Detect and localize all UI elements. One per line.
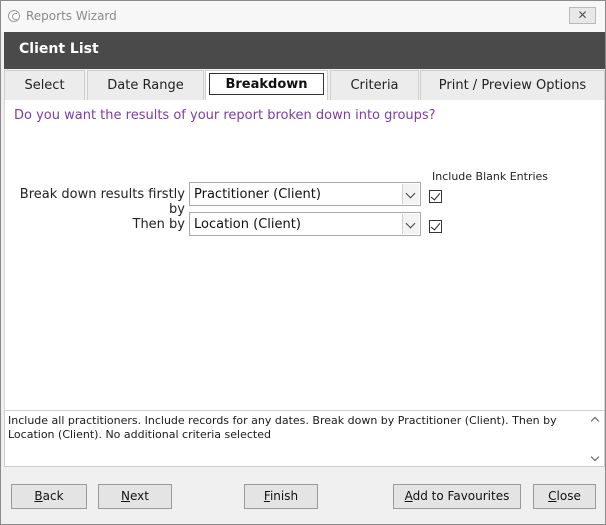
breakdown-panel: Do you want the results of your report b…	[4, 100, 605, 410]
close-button[interactable]: Close	[533, 484, 596, 509]
summary-text: Include all practitioners. Include recor…	[8, 414, 557, 441]
window-close-button[interactable]: ✕	[569, 7, 596, 24]
wizard-tabs: Select Date Range Breakdown Criteria Pri…	[4, 70, 605, 100]
summary-scrollbar[interactable]	[587, 411, 604, 466]
first-breakdown-select[interactable]: Practitioner (Client)	[189, 182, 421, 206]
tab-select[interactable]: Select	[4, 70, 85, 100]
tab-date-range[interactable]: Date Range	[87, 70, 204, 100]
window-title: Reports Wizard	[26, 9, 117, 23]
second-breakdown-value: Location (Client)	[194, 217, 301, 232]
tab-breakdown-label: Breakdown	[209, 73, 324, 95]
report-header: Client List	[4, 32, 605, 69]
tab-breakdown[interactable]: Breakdown	[205, 70, 328, 100]
scroll-up-icon[interactable]	[590, 416, 600, 426]
add-to-favourites-button[interactable]: Add to Favourites	[393, 484, 521, 509]
tab-criteria[interactable]: Criteria	[330, 70, 419, 100]
first-include-blank-checkbox[interactable]	[429, 190, 442, 203]
selection-summary: Include all practitioners. Include recor…	[4, 410, 605, 467]
next-button[interactable]: Next	[98, 484, 172, 509]
breakdown-question: Do you want the results of your report b…	[14, 108, 436, 123]
back-button[interactable]: Back	[11, 484, 87, 509]
app-icon	[8, 10, 20, 22]
second-breakdown-select[interactable]: Location (Client)	[189, 212, 421, 236]
first-breakdown-label: Break down results firstly by	[19, 187, 185, 217]
tab-print-preview-options[interactable]: Print / Preview Options	[420, 70, 605, 100]
finish-button[interactable]: Finish	[244, 484, 318, 509]
scroll-down-icon[interactable]	[590, 452, 600, 462]
include-blank-entries-header: Include Blank Entries	[432, 170, 549, 183]
second-include-blank-checkbox[interactable]	[429, 220, 442, 233]
chevron-down-icon[interactable]	[402, 214, 419, 234]
reports-wizard-window: Reports Wizard ✕ Client List Select Date…	[0, 0, 606, 525]
title-bar: Reports Wizard ✕	[1, 1, 605, 32]
chevron-down-icon[interactable]	[402, 184, 419, 204]
report-title: Client List	[19, 41, 99, 57]
second-breakdown-label: Then by	[132, 217, 186, 232]
first-breakdown-value: Practitioner (Client)	[194, 187, 321, 202]
